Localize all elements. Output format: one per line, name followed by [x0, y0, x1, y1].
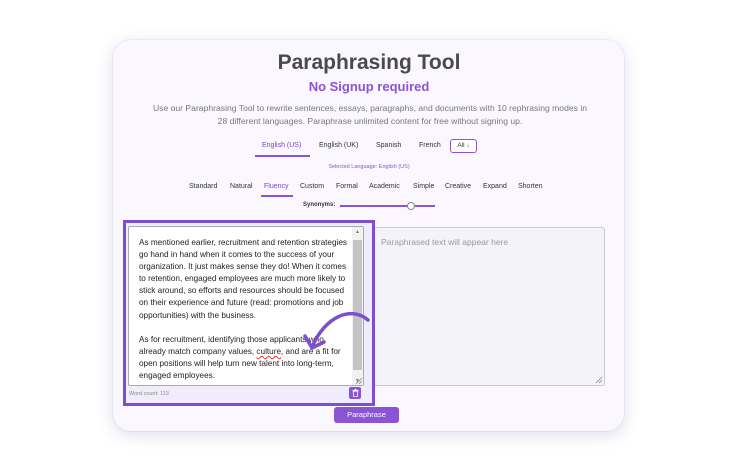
- language-tabs: English (US) English (UK) Spanish French: [0, 142, 738, 157]
- active-language-indicator: [255, 155, 310, 157]
- trash-icon: [352, 389, 358, 398]
- output-placeholder: Paraphrased text will appear here: [381, 237, 509, 247]
- output-textarea[interactable]: [366, 227, 605, 386]
- all-languages-dropdown[interactable]: All ↓: [450, 139, 477, 153]
- active-mode-indicator: [261, 195, 293, 197]
- tab-mode-academic[interactable]: Academic: [369, 183, 400, 190]
- tab-mode-formal[interactable]: Formal: [336, 183, 358, 190]
- paraphrase-button[interactable]: Paraphrase: [334, 407, 399, 423]
- tab-mode-shorten[interactable]: Shorten: [518, 183, 543, 190]
- selected-language-label: Selected Language: English (US): [328, 164, 410, 170]
- tab-mode-natural[interactable]: Natural: [230, 183, 253, 190]
- synonyms-label: Synonyms:: [303, 202, 336, 208]
- scroll-up-icon[interactable]: ▲: [354, 229, 361, 235]
- output-resize-icon[interactable]: [595, 376, 603, 384]
- misspelled-word: culture: [256, 346, 281, 356]
- tab-english-uk[interactable]: English (UK): [319, 142, 358, 149]
- synonyms-slider-track[interactable]: [340, 205, 435, 207]
- tab-spanish[interactable]: Spanish: [376, 142, 401, 149]
- tab-mode-fluency[interactable]: Fluency: [264, 183, 289, 190]
- tab-english-us[interactable]: English (US): [262, 142, 301, 149]
- clear-text-button[interactable]: [349, 387, 361, 399]
- tab-mode-simple[interactable]: Simple: [413, 183, 434, 190]
- tab-mode-expand[interactable]: Expand: [483, 183, 507, 190]
- page-title: Paraphrasing Tool: [277, 51, 461, 74]
- input-resize-icon[interactable]: [355, 377, 363, 385]
- tab-french[interactable]: French: [419, 142, 441, 149]
- word-count: Word count: 113: [129, 391, 169, 397]
- mode-tabs: Standard Natural Fluency Custom Formal A…: [0, 183, 738, 197]
- tab-mode-standard[interactable]: Standard: [189, 183, 217, 190]
- tab-mode-custom[interactable]: Custom: [300, 183, 324, 190]
- page-subtitle: No Signup required: [308, 79, 430, 94]
- page-description: Use our Paraphrasing Tool to rewrite sen…: [152, 103, 588, 126]
- synonyms-slider-thumb[interactable]: [407, 202, 415, 210]
- tab-mode-creative[interactable]: Creative: [445, 183, 471, 190]
- pointer-arrow-icon: [303, 311, 370, 350]
